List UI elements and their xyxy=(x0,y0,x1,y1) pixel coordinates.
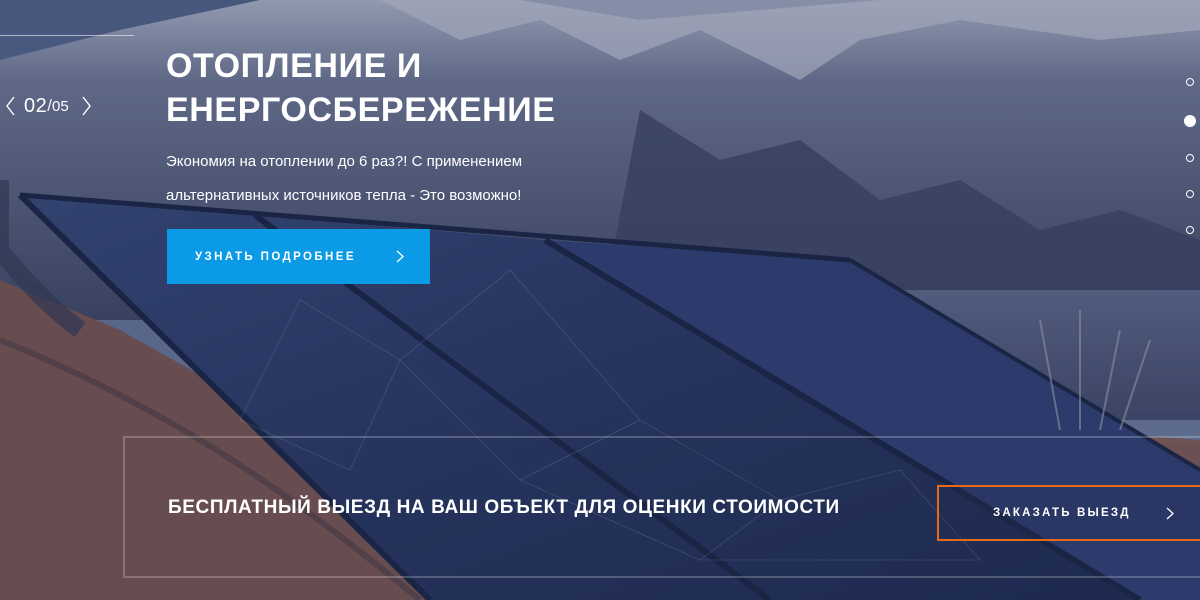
order-visit-label: ЗАКАЗАТЬ ВЫЕЗД xyxy=(993,507,1131,519)
header-rule xyxy=(0,35,134,36)
slide-total: 05 xyxy=(51,97,69,115)
chevron-right-icon xyxy=(82,96,91,116)
slide-dot-1[interactable] xyxy=(1186,78,1194,86)
chevron-left-icon xyxy=(6,96,15,116)
slide-dot-4[interactable] xyxy=(1186,190,1194,198)
slide-dot-5[interactable] xyxy=(1186,226,1194,234)
order-visit-button[interactable]: ЗАКАЗАТЬ ВЫЕЗД xyxy=(937,485,1200,541)
slide-separator: / xyxy=(47,96,52,115)
slide-current: 02 xyxy=(24,94,48,117)
hero-description: Экономия на отоплении до 6 раз?! С приме… xyxy=(166,153,523,204)
prev-slide-button[interactable] xyxy=(4,94,18,118)
chevron-right-icon xyxy=(1166,507,1174,520)
free-visit-text: БЕСПЛАТНЫЙ ВЫЕЗД НА ВАШ ОБЪЕКТ ДЛЯ ОЦЕНК… xyxy=(168,497,840,518)
learn-more-button[interactable]: УЗНАТЬ ПОДРОБНЕЕ xyxy=(167,229,430,284)
slide-dot-3[interactable] xyxy=(1186,154,1194,162)
next-slide-button[interactable] xyxy=(79,94,93,118)
slide-dot-2[interactable] xyxy=(1184,115,1196,127)
slide-counter: 02 / 05 xyxy=(4,92,93,120)
chevron-right-icon xyxy=(396,250,404,263)
learn-more-label: УЗНАТЬ ПОДРОБНЕЕ xyxy=(195,250,356,263)
hero-title: ОТОПЛЕНИЕ И ЕНЕРГОСБЕРЕЖЕНИЕ xyxy=(166,47,556,129)
